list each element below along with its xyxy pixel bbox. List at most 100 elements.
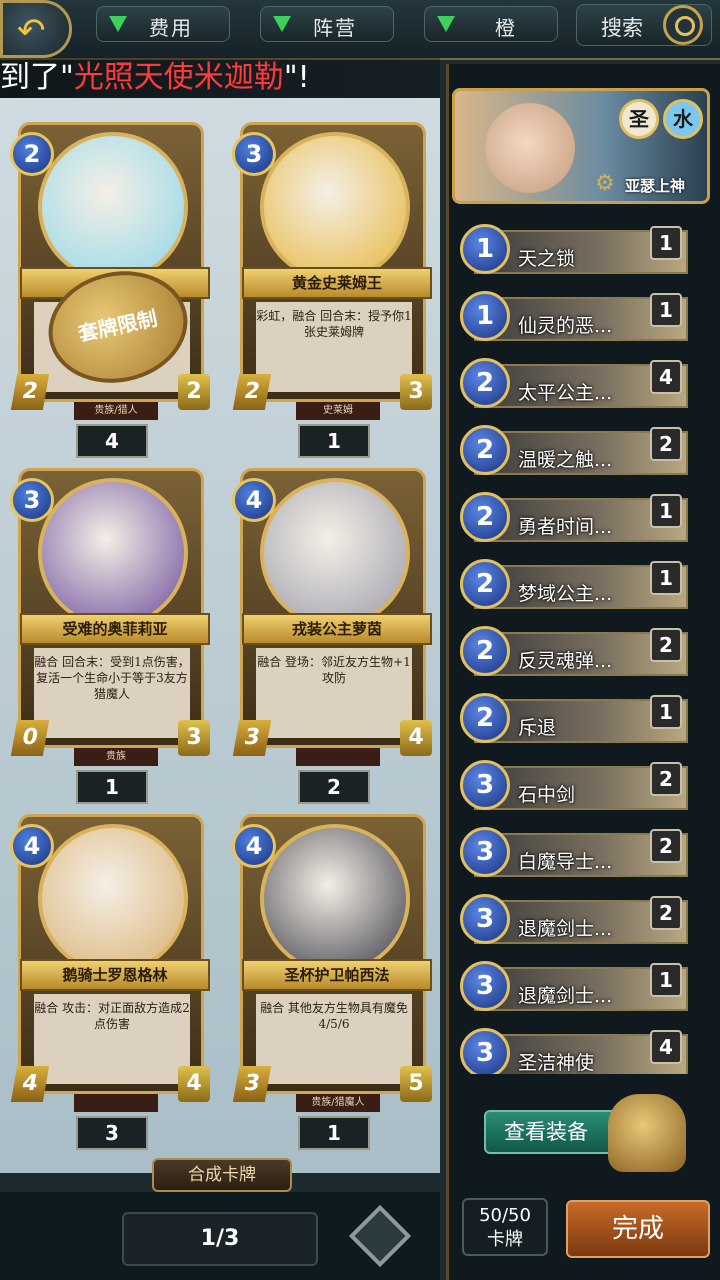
filter-faction-label: 阵营 [313, 16, 357, 40]
deck-item-cost: 3 [460, 827, 510, 877]
card-health: 2 [178, 374, 210, 410]
card-cost-gem: 3 [232, 132, 276, 176]
next-page-button[interactable] [348, 1202, 412, 1272]
card-health: 4 [178, 1066, 210, 1102]
deck-item-quantity: 2 [650, 829, 682, 863]
card-health: 4 [400, 720, 432, 756]
deck-item-name: 退魔剑士... [518, 918, 613, 940]
deck-item-quantity: 2 [650, 427, 682, 461]
deck-item-cost: 2 [460, 358, 510, 408]
holy-element-badge: 圣 [619, 99, 659, 139]
back-button[interactable]: ↶ [0, 0, 72, 58]
deck-card-count: 50/50 卡牌 [462, 1198, 548, 1256]
card-health: 3 [178, 720, 210, 756]
deck-item-quantity: 2 [650, 762, 682, 796]
deck-list-item[interactable]: 3 退魔剑士... 1 [460, 959, 690, 1017]
dropdown-triangle-icon [109, 16, 127, 32]
card-description: 融合 攻击：对正面敌方造成2点伤害 [34, 994, 190, 1084]
card-owned-count: 1 [298, 1116, 370, 1150]
card-tribe [296, 748, 380, 766]
deck-item-cost: 2 [460, 626, 510, 676]
card-attack: 0 [10, 720, 50, 756]
deck-list-item[interactable]: 1 仙灵的恶... 1 [460, 289, 690, 347]
collection-card[interactable]: 2 2 2 贵族/猎人 4 套牌限制 [10, 112, 210, 458]
deck-item-quantity: 1 [650, 494, 682, 528]
card-tribe: 贵族/猎人 [74, 402, 158, 420]
card-cost-gem: 4 [232, 478, 276, 522]
card-owned-count: 1 [76, 770, 148, 804]
deck-item-quantity: 1 [650, 226, 682, 260]
card-owned-count: 1 [298, 424, 370, 458]
collection-card[interactable]: 黄金史莱姆王 彩虹，融合 回合末：授予你1张史莱姆牌 3 2 3 史莱姆 1 [232, 112, 432, 458]
next-arrow-icon [348, 1204, 412, 1268]
card-health: 5 [400, 1066, 432, 1102]
deck-item-cost: 1 [460, 224, 510, 274]
card-attack: 4 [10, 1066, 50, 1102]
deck-list-item[interactable]: 2 勇者时间... 1 [460, 490, 690, 548]
filter-rarity[interactable]: 橙 [424, 6, 558, 42]
dropdown-triangle-icon [273, 16, 291, 32]
banner-prefix: 到了" [0, 60, 74, 95]
deck-item-quantity: 1 [650, 963, 682, 997]
deck-list-item[interactable]: 3 圣洁神使 4 [460, 1026, 690, 1074]
hero-face [485, 103, 575, 193]
card-cost-gem: 2 [10, 132, 54, 176]
deck-list[interactable]: 1 天之锁 1 1 仙灵的恶... 1 2 太平公主... 4 2 温暖之触... 2 2 勇者时间...… [460, 222, 692, 1074]
filter-faction[interactable]: 阵营 [260, 6, 394, 42]
gear-icon: ⚙ [595, 171, 615, 196]
card-cost-gem: 4 [232, 824, 276, 868]
deck-count-value: 50/50 [479, 1205, 531, 1226]
card-description: 融合 登场：邻近友方生物+1攻防 [256, 648, 412, 738]
deck-list-item[interactable]: 1 天之锁 1 [460, 222, 690, 280]
filter-cost-label: 费用 [149, 16, 193, 40]
done-button[interactable]: 完成 [566, 1200, 710, 1258]
card-attack: 3 [232, 720, 272, 756]
deck-item-quantity: 1 [650, 293, 682, 327]
deck-list-item[interactable]: 2 反灵魂弹... 2 [460, 624, 690, 682]
deck-item-cost: 3 [460, 1028, 510, 1074]
deck-item-name: 温暖之触... [518, 449, 613, 471]
card-tribe [74, 1094, 158, 1112]
card-health: 3 [400, 374, 432, 410]
deck-list-item[interactable]: 3 白魔导士... 2 [460, 825, 690, 883]
dropdown-triangle-icon [437, 16, 455, 32]
card-art [38, 478, 188, 628]
deck-list-item[interactable]: 3 退魔剑士... 2 [460, 892, 690, 950]
deck-list-item[interactable]: 3 石中剑 2 [460, 758, 690, 816]
deck-item-name: 白魔导士... [518, 851, 613, 873]
deck-item-cost: 3 [460, 894, 510, 944]
collection-card[interactable]: 圣杯护卫帕西法 融合 其他友方生物具有魔免4/5/6 4 3 5 贵族/猎魔人 1 [232, 804, 432, 1150]
card-owned-count: 4 [76, 424, 148, 458]
page-indicator: 1/3 [122, 1212, 318, 1266]
deck-item-cost: 2 [460, 559, 510, 609]
filter-rarity-label: 橙 [495, 16, 517, 40]
card-name: 受难的奥菲莉亚 [20, 613, 210, 645]
helmet-icon [608, 1094, 686, 1172]
hero-name: 亚瑟上神 [625, 177, 686, 195]
deck-list-item[interactable]: 2 斥退 1 [460, 691, 690, 749]
card-tribe: 贵族/猎魔人 [296, 1094, 380, 1112]
deck-item-name: 勇者时间... [518, 516, 613, 538]
card-name: 圣杯护卫帕西法 [242, 959, 432, 991]
banner-suffix: "! [283, 60, 310, 95]
synthesize-card-button[interactable]: 合成卡牌 [152, 1158, 292, 1192]
search-button[interactable]: 搜索 [576, 4, 712, 46]
deck-list-item[interactable]: 2 梦域公主... 1 [460, 557, 690, 615]
deck-item-cost: 2 [460, 492, 510, 542]
card-name: 鹅骑士罗恩格林 [20, 959, 210, 991]
deck-item-name: 天之锁 [518, 248, 576, 270]
hero-portrait[interactable]: 圣 水 ⚙ 亚瑟上神 [452, 88, 710, 204]
deck-list-item[interactable]: 2 温暖之触... 2 [460, 423, 690, 481]
deck-item-quantity: 2 [650, 896, 682, 930]
card-art [260, 478, 410, 628]
deck-list-item[interactable]: 2 太平公主... 4 [460, 356, 690, 414]
search-label: 搜索 [601, 16, 643, 40]
deck-item-cost: 3 [460, 961, 510, 1011]
collection-card[interactable]: 戎装公主萝茵 融合 登场：邻近友方生物+1攻防 4 3 4 2 [232, 458, 432, 804]
collection-card[interactable]: 鹅骑士罗恩格林 融合 攻击：对正面敌方造成2点伤害 4 4 4 3 [10, 804, 210, 1150]
banner-highlight: 光照天使米迦勒 [73, 60, 284, 95]
filter-cost[interactable]: 费用 [96, 6, 230, 42]
back-arrow-icon: ↶ [17, 11, 46, 51]
deck-item-name: 退魔剑士... [518, 985, 613, 1007]
collection-card[interactable]: 受难的奥菲莉亚 融合 回合末：受到1点伤害，复活一个生命小于等于3友方猎魔人 3 0 3… [10, 458, 210, 804]
